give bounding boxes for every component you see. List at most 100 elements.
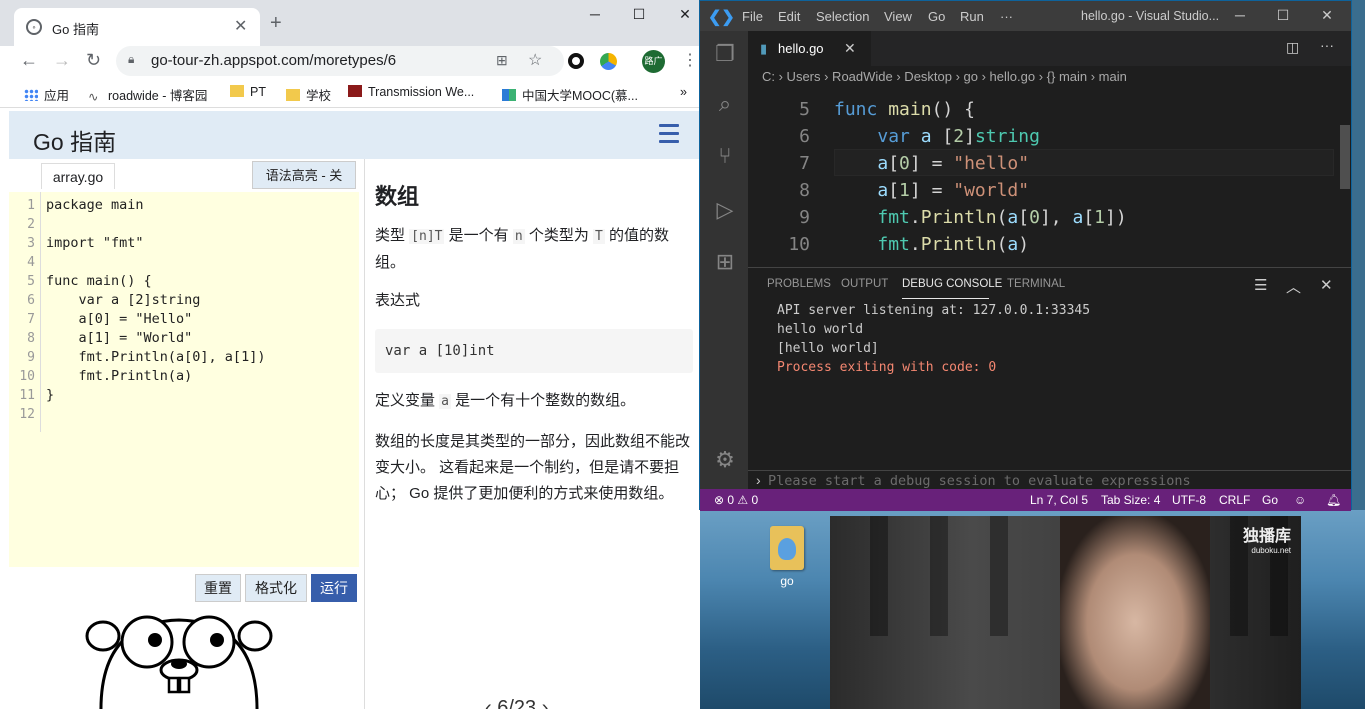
console-exit-line: Process exiting with code: 0 — [777, 360, 997, 375]
tab-hello-go[interactable]: ▮ hello.go ✕ — [748, 31, 871, 66]
line-number: 10 — [19, 369, 35, 384]
line-number: 7 — [27, 312, 35, 327]
menu-file[interactable]: File — [742, 9, 763, 24]
desktop-folder-go[interactable]: go — [760, 522, 814, 602]
code-line: } — [46, 387, 55, 403]
menu-view[interactable]: View — [884, 9, 912, 24]
video-player[interactable]: 独播库 duboku.net — [830, 516, 1301, 709]
status-bar: ⊗ 0 ⚠ 0 Ln 7, Col 5 Tab Size: 4 UTF-8 CR… — [700, 489, 1351, 511]
code-line: var a [2]string — [46, 292, 201, 308]
browser-toolbar: ← → ↻ 🔒︎ go-tour-zh.appspot.com/moretype… — [0, 46, 700, 76]
next-page-icon[interactable]: › — [536, 697, 549, 709]
encoding[interactable]: UTF-8 — [1172, 493, 1206, 507]
active-tab-indicator — [902, 298, 989, 299]
line-number: 12 — [19, 407, 35, 422]
line-number: 8 — [27, 331, 35, 346]
maximize-panel-icon[interactable]: ︿ — [1286, 276, 1301, 297]
bookmarks-overflow-icon[interactable]: » — [680, 85, 687, 99]
language-mode[interactable]: Go — [1262, 493, 1278, 507]
file-tab[interactable]: array.go — [41, 163, 115, 189]
explorer-icon[interactable]: ❐ — [712, 41, 738, 67]
address-bar[interactable]: 🔒︎ go-tour-zh.appspot.com/moretypes/6 ⊞ … — [116, 46, 564, 76]
gopher-mascot-icon — [85, 615, 273, 709]
editor-scrollbar[interactable] — [1340, 125, 1350, 189]
reset-button[interactable]: 重置 — [195, 574, 241, 602]
page-title: Go 指南 — [33, 129, 117, 155]
format-button[interactable]: 格式化 — [245, 574, 307, 602]
menu-hamburger-icon[interactable] — [659, 124, 679, 148]
extension-shield-icon[interactable] — [600, 53, 617, 70]
reload-icon[interactable]: ↻ — [86, 50, 101, 71]
run-debug-icon[interactable]: ▷ — [712, 197, 738, 223]
tab-terminal[interactable]: TERMINAL — [1007, 278, 1065, 290]
tab-close-icon[interactable]: ✕ — [844, 40, 856, 57]
cursor-position[interactable]: Ln 7, Col 5 — [1030, 493, 1088, 507]
problems-count[interactable]: ⊗ 0 ⚠ 0 — [714, 493, 758, 507]
new-tab-icon[interactable]: + — [270, 12, 282, 35]
lock-icon: 🔒︎ — [128, 52, 135, 66]
back-icon[interactable]: ← — [20, 50, 38, 71]
minimize-icon[interactable]: ─ — [583, 6, 607, 22]
code-line: fmt.Println(a) — [877, 234, 1030, 255]
maximize-icon[interactable]: ☐ — [627, 6, 651, 23]
close-panel-icon[interactable]: ✕ — [1320, 276, 1333, 294]
lesson-paragraph-1: 类型 [n]T 是一个有 n 个类型为 T 的值的数组。 — [375, 227, 669, 271]
forward-icon[interactable]: → — [53, 50, 71, 71]
tab-debug-console[interactable]: DEBUG CONSOLE — [902, 278, 1002, 290]
feedback-icon[interactable]: ☺ — [1294, 493, 1306, 507]
close-window-icon[interactable]: ✕ — [673, 6, 697, 23]
tab-output[interactable]: OUTPUT — [841, 278, 888, 290]
profile-avatar[interactable]: 路广 — [642, 50, 665, 73]
video-watermark: 独播库 duboku.net — [1243, 529, 1291, 558]
code-example: var a [10]int — [375, 329, 693, 373]
menu-edit[interactable]: Edit — [778, 9, 800, 24]
translate-icon[interactable]: ⊞ — [496, 52, 508, 69]
line-ending[interactable]: CRLF — [1219, 493, 1250, 507]
chrome-window: ◦ Go 指南 ✕ + ─ ☐ ✕ ← → ↻ 🔒︎ go-tour-zh.ap… — [0, 0, 700, 709]
code-editor[interactable]: 1 2 3 4 5 6 7 8 9 10 11 12 package main … — [9, 192, 359, 567]
menu-more[interactable]: ··· — [1000, 9, 1013, 24]
line-number: 5 — [27, 274, 35, 289]
tab-size[interactable]: Tab Size: 4 — [1101, 493, 1160, 507]
more-actions-icon[interactable]: ··· — [1320, 37, 1334, 53]
extension-opera-icon[interactable] — [568, 53, 584, 69]
search-icon[interactable]: ⌕ — [712, 91, 738, 117]
clear-console-icon[interactable]: ☰ — [1254, 276, 1267, 294]
vscode-window: ❮❯ File Edit Selection View Go Run ··· h… — [699, 0, 1352, 511]
source-control-icon[interactable]: ⑂ — [712, 143, 738, 169]
tab-favicon-icon: ◦ — [26, 19, 42, 35]
close-window-icon[interactable]: ✕ — [1312, 7, 1342, 24]
syntax-highlight-toggle[interactable]: 语法高亮 - 关 — [252, 161, 356, 189]
bookmark-pt[interactable]: PT — [230, 85, 266, 99]
bookmark-star-icon[interactable]: ☆ — [528, 50, 542, 70]
console-line: API server listening at: 127.0.0.1:33345 — [777, 303, 1091, 318]
menu-selection[interactable]: Selection — [816, 9, 869, 24]
browser-tab[interactable]: ◦ Go 指南 ✕ — [14, 8, 260, 46]
maximize-icon[interactable]: ☐ — [1268, 7, 1298, 24]
code-line: func main() { — [46, 273, 152, 289]
menu-run[interactable]: Run — [960, 9, 984, 24]
bookmark-roadwide[interactable]: ∿ roadwide - 博客园 — [88, 85, 207, 104]
extensions-icon[interactable]: ⊞ — [712, 249, 738, 275]
code-line: import "fmt" — [46, 235, 144, 251]
prev-page-icon[interactable]: ‹ — [485, 697, 497, 709]
split-editor-icon[interactable]: ◫ — [1286, 39, 1299, 56]
line-number: 9 — [799, 207, 810, 228]
run-button[interactable]: 运行 — [311, 574, 357, 602]
bookmark-apps[interactable]: 应用 — [24, 85, 69, 104]
bookmark-mooc[interactable]: 中国大学MOOC(慕... — [502, 85, 638, 104]
gear-icon[interactable]: ⚙ — [712, 447, 738, 473]
menu-go[interactable]: Go — [928, 9, 945, 24]
bookmark-school[interactable]: 学校 — [286, 85, 331, 104]
more-menu-icon[interactable]: ⋮ — [682, 50, 698, 70]
tab-problems[interactable]: PROBLEMS — [767, 278, 831, 290]
debug-repl-input[interactable]: › Please start a debug session to evalua… — [748, 470, 1351, 490]
bookmark-transmission[interactable]: Transmission We... — [348, 85, 474, 99]
breadcrumb[interactable]: C: › Users › RoadWide › Desktop › go › h… — [748, 66, 1351, 88]
tab-close-icon[interactable]: ✕ — [234, 16, 247, 36]
tab-label: hello.go — [778, 41, 824, 56]
vscode-editor[interactable]: 5 6 7 8 9 10 func main() { var a [2]stri… — [748, 89, 1351, 265]
minimize-icon[interactable]: ─ — [1225, 7, 1255, 23]
notifications-icon[interactable]: 🔔︎ — [1326, 493, 1341, 507]
tour-header: Go 指南 — [9, 111, 699, 159]
